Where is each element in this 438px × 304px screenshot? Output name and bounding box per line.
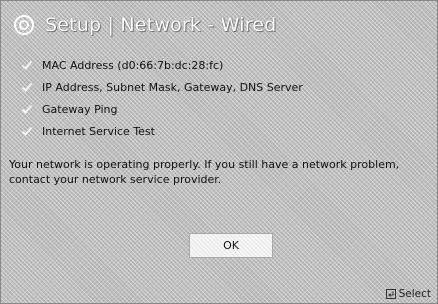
check-item-mac-address: MAC Address (d0:66:7b:dc:28:fc) [21,54,303,76]
check-label: Internet Service Test [42,124,155,138]
check-item-gateway-ping: Gateway Ping [21,98,303,120]
ok-button[interactable]: OK [189,233,273,258]
setup-gear-icon [14,15,34,35]
network-setup-screen: Setup | Network - Wired MAC Address (d0:… [0,0,438,304]
check-icon [21,60,33,70]
check-icon [21,82,33,92]
check-label: Gateway Ping [42,102,118,116]
status-message: Your network is operating properly. If y… [9,158,400,186]
select-label: Select [398,288,431,300]
check-icon [21,126,33,136]
check-item-ip-settings: IP Address, Subnet Mask, Gateway, DNS Se… [21,76,303,98]
check-icon [21,104,33,114]
check-label: MAC Address (d0:66:7b:dc:28:fc) [42,58,224,72]
network-check-list: MAC Address (d0:66:7b:dc:28:fc) IP Addre… [21,54,303,142]
check-item-internet-service: Internet Service Test [21,120,303,142]
enter-key-icon [385,289,396,299]
title-bar: Setup | Network - Wired [13,10,276,40]
page-title: Setup | Network - Wired [45,14,277,36]
check-label: IP Address, Subnet Mask, Gateway, DNS Se… [42,80,303,94]
select-hint: Select [385,288,431,300]
